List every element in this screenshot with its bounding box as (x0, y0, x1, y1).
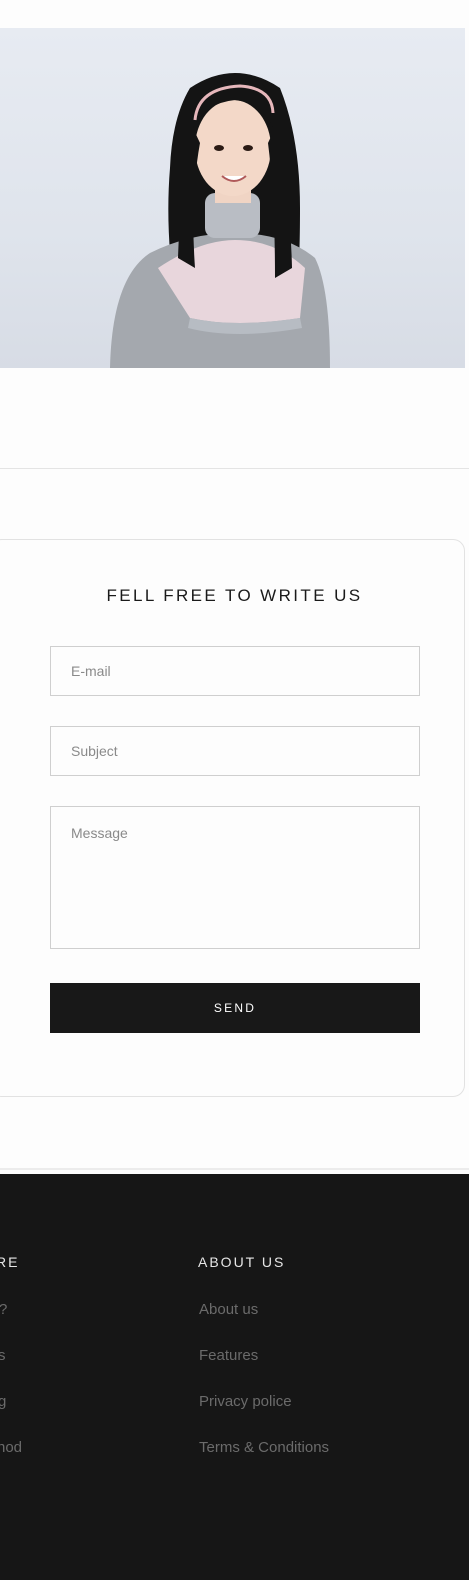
send-button[interactable]: SEND (50, 983, 420, 1033)
footer (0, 1174, 469, 1580)
footer-privacy-link[interactable]: Privacy police (199, 1393, 292, 1410)
message-field[interactable] (50, 806, 420, 949)
footer-about-title: ABOUT US (198, 1254, 286, 1270)
contact-title: FELL FREE TO WRITE US (106, 586, 363, 605)
footer-terms-link[interactable]: Terms & Conditions (199, 1439, 329, 1456)
footer-left-link-4[interactable]: hod (0, 1439, 22, 1456)
portrait-illustration (110, 73, 330, 368)
footer-left-link-2[interactable]: s (0, 1347, 6, 1364)
subject-field[interactable] (50, 726, 420, 776)
section-divider (0, 468, 469, 469)
footer-left-link-1[interactable]: ? (0, 1301, 7, 1318)
footer-features-link[interactable]: Features (199, 1347, 258, 1364)
footer-about-us-link[interactable]: About us (199, 1301, 258, 1318)
footer-divider (0, 1168, 469, 1170)
footer-left-link-3[interactable]: g (0, 1393, 6, 1410)
page: FELL FREE TO WRITE US SEND RE ? s g hod … (0, 0, 469, 1580)
footer-left-column-title: RE (0, 1254, 20, 1270)
hero-photo (0, 28, 465, 368)
email-field[interactable] (50, 646, 420, 696)
